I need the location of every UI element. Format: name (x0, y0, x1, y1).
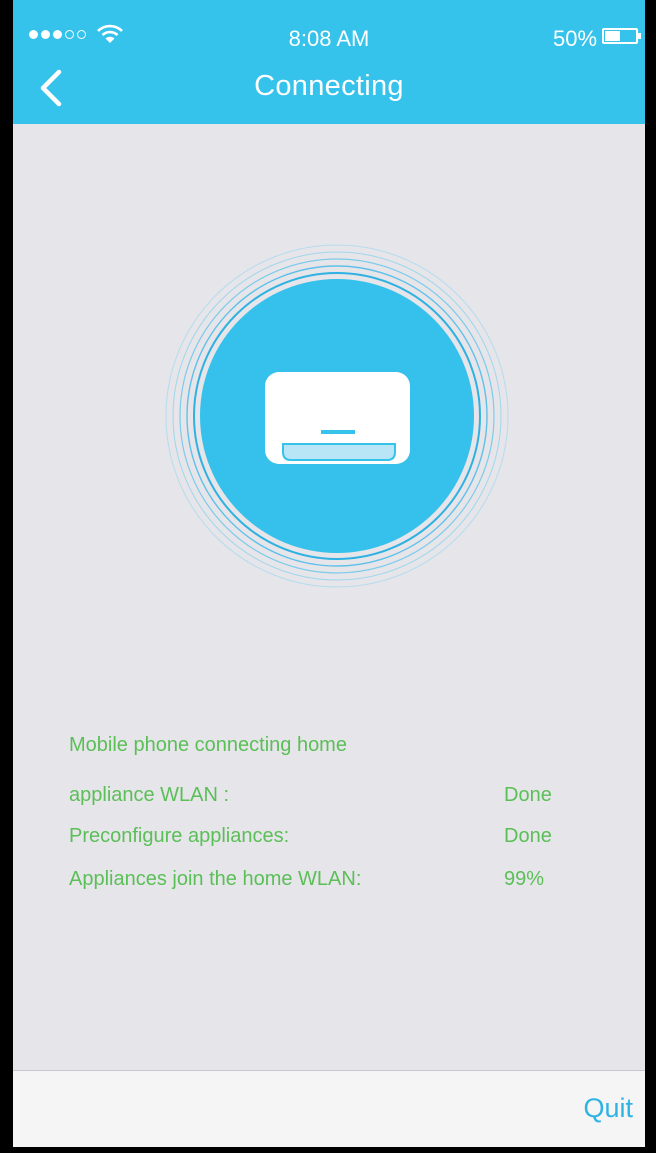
air-conditioner-icon (265, 372, 410, 464)
device-animation (13, 0, 645, 700)
progress-step-label: Preconfigure appliances: (69, 825, 290, 847)
progress-step: Preconfigure appliances: Done (69, 825, 629, 855)
progress-step-status: Done (504, 825, 552, 847)
quit-button[interactable]: Quit (583, 1093, 633, 1124)
progress-step-status: 99% (504, 868, 545, 890)
progress-step-label: Mobile phone connecting home (69, 734, 347, 756)
progress-step: Appliances join the home WLAN: 99% (69, 868, 629, 898)
progress-step: appliance WLAN : Done (69, 784, 629, 814)
bottom-toolbar: Quit (13, 1070, 645, 1147)
progress-step: Mobile phone connecting home (69, 734, 629, 764)
progress-step-label: appliance WLAN : (69, 784, 230, 806)
progress-step-label: Appliances join the home WLAN: (69, 868, 362, 890)
app-screen: 8:08 AM 50% Connecting Mobile phone conn… (13, 0, 645, 1147)
progress-step-status: Done (504, 784, 552, 806)
